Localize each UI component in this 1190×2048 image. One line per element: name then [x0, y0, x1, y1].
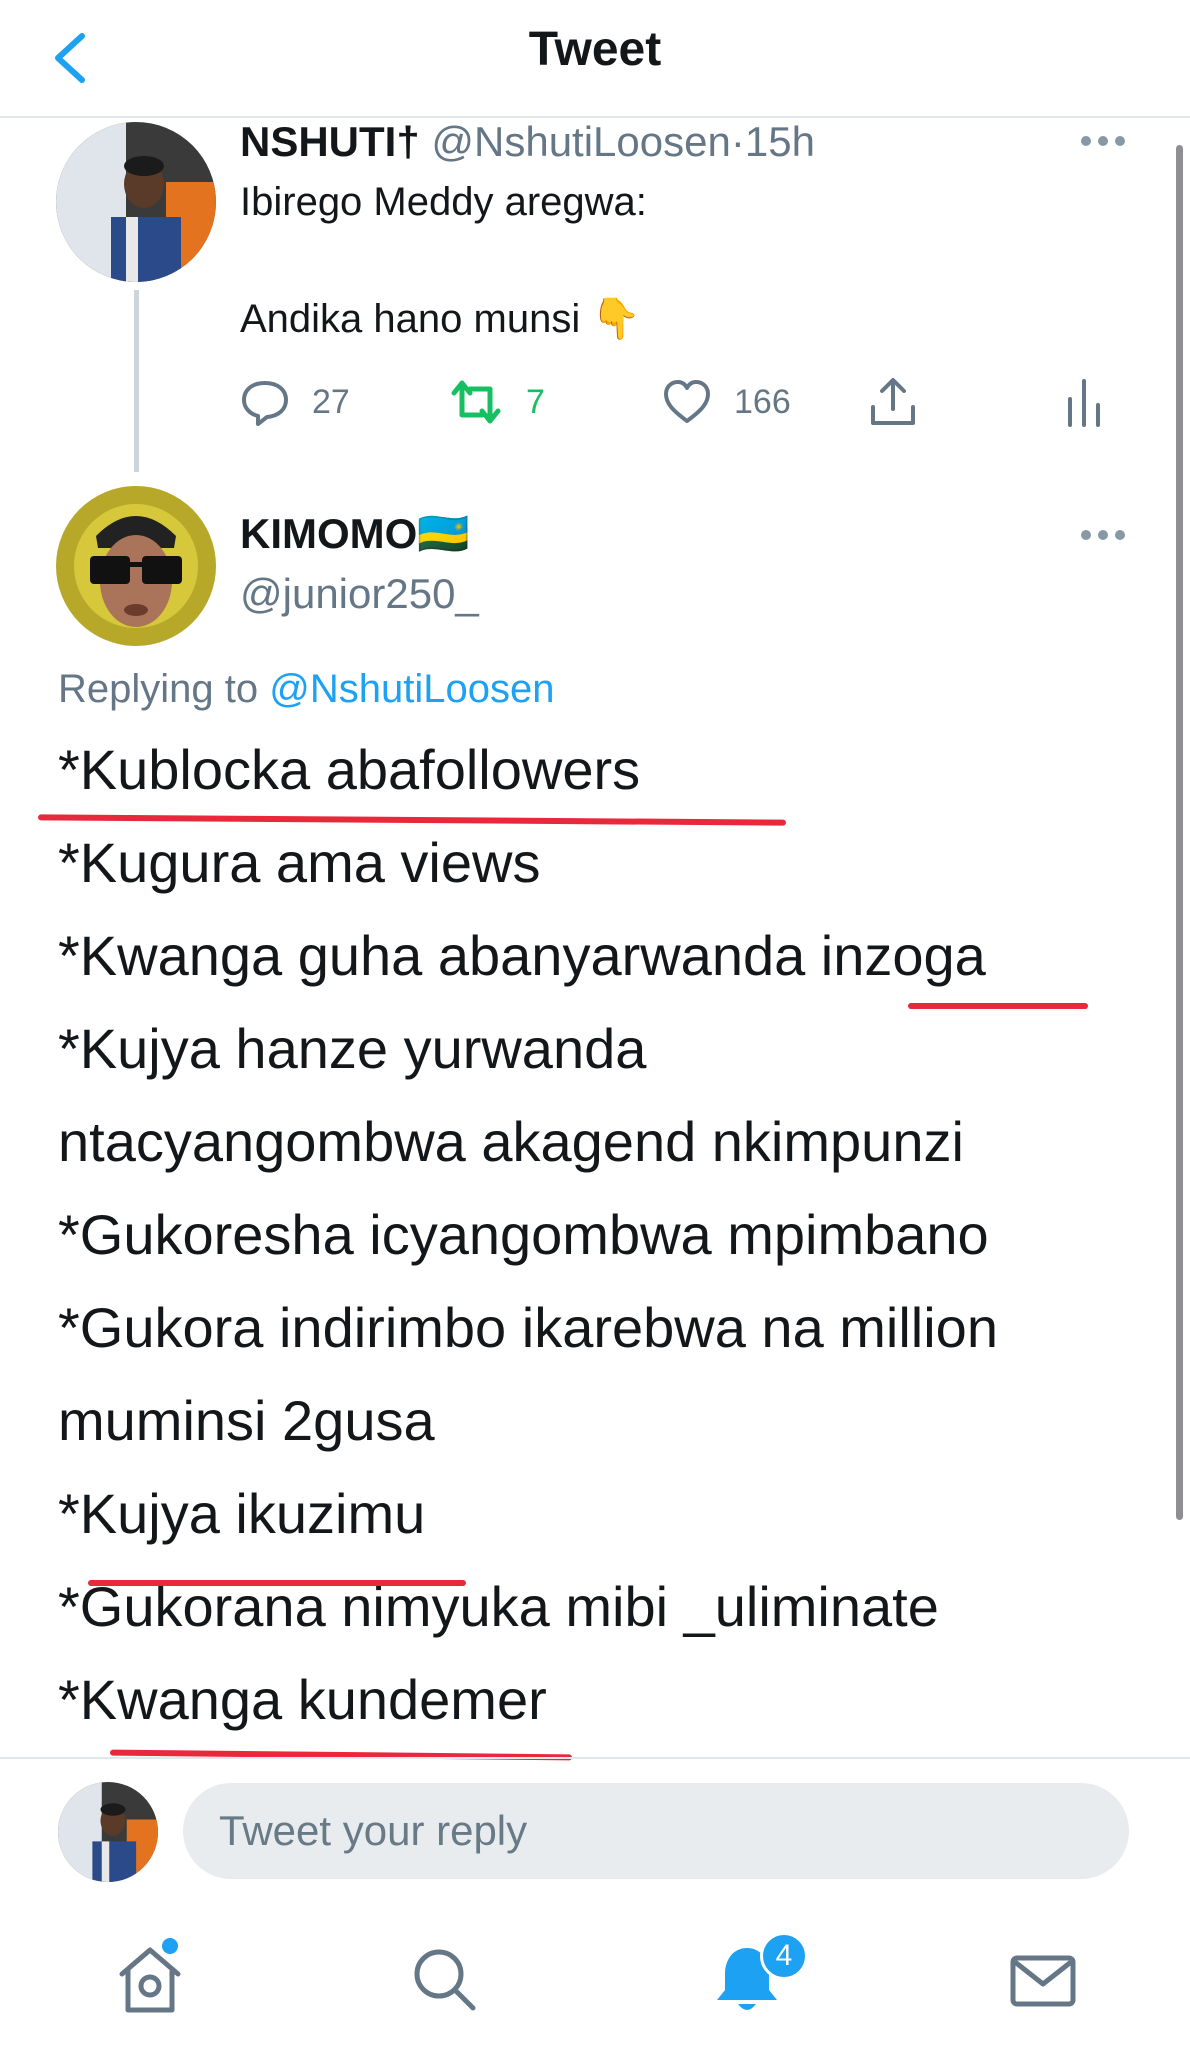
reply-bubble-icon	[242, 381, 288, 426]
heart-icon	[664, 380, 710, 423]
more-options-icon[interactable]	[1078, 520, 1128, 550]
retweet-icon	[451, 380, 501, 424]
red-underline-mark	[908, 1003, 1088, 1009]
new-content-dot	[162, 1938, 178, 1954]
tweet-text-line: ntacyangombwa akagend nkimpunzi	[58, 1110, 964, 1173]
user-photo-icon	[56, 122, 216, 282]
red-underline-mark	[88, 1580, 466, 1586]
tab-search[interactable]	[405, 1940, 485, 2020]
tweet-text-line: *Kublocka abafollowers	[58, 738, 641, 801]
author-name[interactable]: NSHUTI†	[240, 118, 420, 165]
notification-badge: 4	[760, 1932, 808, 1980]
analytics-icon	[1068, 379, 1100, 427]
retweet-button[interactable]: 7	[448, 372, 545, 432]
tweet-text-line: *Kujya ikuzimu	[58, 1482, 426, 1545]
avatar-nshuti[interactable]	[56, 122, 216, 282]
scrollbar[interactable]	[1176, 145, 1183, 1520]
user-photo-icon	[58, 1782, 158, 1882]
tweet-time: 15h	[744, 118, 815, 165]
cartoon-avatar-icon	[56, 486, 216, 646]
tweet-text-line: *Gukorana nimyuka mibi _uliminate	[58, 1575, 939, 1638]
like-button[interactable]: 166	[662, 372, 791, 432]
tweet-text-line: *Gukora indirimbo ikarebwa na million	[58, 1296, 998, 1359]
tweet-text-line: *Kujya hanze yurwanda	[58, 1017, 647, 1080]
rwanda-flag-emoji: 🇷🇼	[417, 510, 470, 557]
tab-messages[interactable]	[1003, 1940, 1083, 2020]
retweet-count: 7	[526, 382, 545, 421]
replying-to-handle[interactable]: @NshutiLoosen	[269, 667, 554, 711]
share-icon	[871, 378, 915, 425]
author-handle[interactable]: @junior250_	[240, 570, 479, 618]
reply-count: 27	[312, 382, 350, 421]
share-button[interactable]	[868, 372, 918, 432]
more-options-icon[interactable]	[1078, 126, 1128, 156]
tweet-text-line: *Kugura ama views	[58, 831, 541, 894]
tweet-text-line: Andika hano munsi 👇	[240, 297, 642, 341]
red-underline-mark	[37, 814, 787, 826]
tweet-text-line: *Gukoresha icyangombwa mpimbano	[58, 1203, 989, 1266]
parent-author-line: NSHUTI† @NshutiLoosen·15h	[240, 118, 815, 166]
reply-button[interactable]: 27	[240, 372, 350, 432]
top-bar: Tweet	[0, 0, 1190, 118]
thread-connector-line	[134, 290, 139, 472]
author-handle[interactable]: @NshutiLoosen·15h	[431, 118, 815, 165]
like-count: 166	[734, 382, 791, 421]
tweet-text-line: *Kwanga guha abanyarwanda inzoga	[58, 924, 986, 987]
search-icon	[414, 1949, 476, 2011]
tweet-text-line: Ibirego Meddy aregwa:	[240, 180, 647, 224]
tweet-text-line: muminsi 2gusa	[58, 1389, 435, 1452]
mail-icon	[1010, 1955, 1076, 2007]
current-user-avatar[interactable]	[58, 1782, 158, 1882]
reply-author-line[interactable]: KIMOMO🇷🇼	[240, 510, 470, 559]
analytics-button[interactable]	[1064, 372, 1104, 432]
page-title: Tweet	[528, 23, 662, 76]
tab-home[interactable]	[110, 1940, 190, 2020]
home-icon	[119, 1947, 181, 2013]
avatar-kimomo[interactable]	[56, 486, 216, 646]
replying-to: Replying to @NshutiLoosen	[58, 667, 555, 711]
author-name: KIMOMO	[240, 510, 418, 557]
tweet-text-line: *Kwanga kundemer	[58, 1668, 547, 1731]
reply-input[interactable]	[183, 1783, 1129, 1879]
